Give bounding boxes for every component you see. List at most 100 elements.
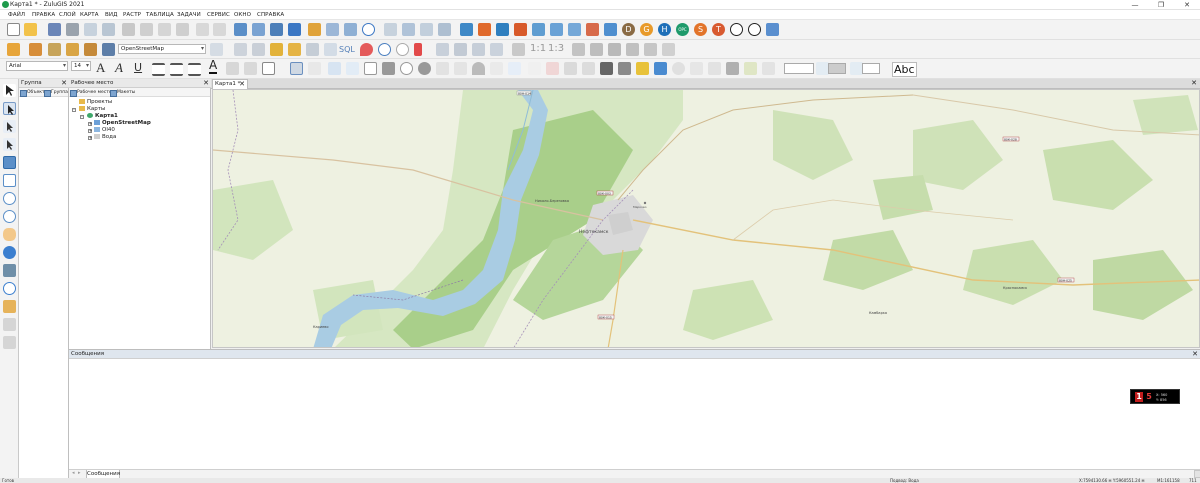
network-icon[interactable] [460, 23, 473, 36]
difference-icon[interactable] [608, 43, 621, 56]
zoom-rect-icon[interactable] [3, 174, 16, 187]
pattern-box[interactable] [862, 63, 880, 74]
polyline-icon[interactable] [346, 62, 359, 75]
tree-toggle-icon[interactable]: + [88, 129, 92, 133]
align-left-icon[interactable] [152, 63, 165, 76]
gas-network-icon[interactable] [514, 23, 527, 36]
cube-icon[interactable] [726, 62, 739, 75]
copy-icon[interactable] [140, 23, 153, 36]
union-icon[interactable] [572, 43, 585, 56]
t-tool-icon[interactable] [508, 62, 521, 75]
font-bigger-button[interactable]: A [96, 60, 105, 76]
select-object-icon[interactable] [3, 102, 16, 115]
new-file-icon[interactable] [7, 23, 20, 36]
heat-network-icon[interactable] [478, 23, 491, 36]
select-rect-icon[interactable] [3, 156, 16, 169]
line-color-icon[interactable] [244, 62, 257, 75]
tree-item-layer-ol40[interactable]: Ol40 [94, 127, 115, 134]
xor-icon[interactable] [626, 43, 639, 56]
group-panel-close-icon[interactable]: ✕ [61, 79, 67, 88]
find-icon[interactable] [288, 43, 301, 56]
step-icon[interactable] [748, 23, 761, 36]
module-t-icon[interactable]: T [712, 23, 725, 36]
layer-props-icon[interactable] [29, 43, 42, 56]
layer-remove-icon[interactable] [84, 43, 97, 56]
tab-object[interactable]: Объект [19, 89, 45, 97]
tree-item-maps[interactable]: Карты [79, 106, 105, 113]
text-tool-icon[interactable] [490, 62, 503, 75]
layer-list-icon[interactable] [234, 23, 247, 36]
select-node-icon[interactable] [3, 120, 16, 133]
module-d-icon[interactable]: D [622, 23, 635, 36]
align-center-icon[interactable] [170, 63, 183, 76]
open-folder-icon[interactable] [24, 23, 37, 36]
red-line-icon[interactable] [546, 62, 559, 75]
select-point-icon[interactable] [308, 62, 321, 75]
intersect-icon[interactable] [590, 43, 603, 56]
rectangle-icon[interactable] [364, 62, 377, 75]
tree-item-layer-water[interactable]: Вода [94, 134, 116, 141]
zoom-selection-icon[interactable] [454, 43, 467, 56]
select-arrow-icon[interactable] [3, 84, 16, 97]
layer-select[interactable]: OpenStreetMap [118, 44, 206, 54]
rotate-icon[interactable] [672, 62, 685, 75]
tab-scroll-right-icon[interactable]: ▸ [78, 470, 81, 476]
fill-bucket-icon[interactable] [226, 62, 239, 75]
minimize-button[interactable]: — [1122, 0, 1148, 10]
redo-icon[interactable] [213, 23, 226, 36]
zoom-out-icon[interactable] [3, 210, 16, 223]
filled-rectangle-icon[interactable] [382, 62, 395, 75]
grid-snap-icon[interactable] [600, 62, 613, 75]
tab-group[interactable]: Группа [43, 89, 68, 97]
pointer-tool-icon[interactable] [290, 62, 303, 75]
print-icon[interactable] [66, 23, 79, 36]
tree-item-map1[interactable]: Карта1 [87, 113, 118, 120]
tab-scroll-left-icon[interactable]: ◂ [72, 470, 75, 476]
zoom-object-icon[interactable] [436, 43, 449, 56]
map-window-icon[interactable] [252, 23, 265, 36]
maximize-button[interactable]: ❐ [1148, 0, 1174, 10]
check-geometry-icon[interactable] [762, 62, 775, 75]
bezier-icon[interactable] [454, 62, 467, 75]
snap-node-icon[interactable] [636, 62, 649, 75]
add-window-icon[interactable] [288, 23, 301, 36]
query-icon[interactable] [402, 23, 415, 36]
messages-panel-close-icon[interactable]: ✕ [1192, 350, 1198, 359]
symbol-icon[interactable] [328, 62, 341, 75]
menu-edit[interactable]: ПРАВКА [32, 11, 55, 19]
back-icon[interactable] [378, 43, 391, 56]
close-button[interactable]: ✕ [1174, 0, 1200, 10]
filter-icon[interactable] [306, 43, 319, 56]
forward-icon[interactable] [396, 43, 409, 56]
module-opc-icon[interactable]: OPC [676, 23, 689, 36]
line-style-select[interactable] [784, 63, 814, 74]
scale-1-3-button[interactable]: 1:3 [548, 43, 564, 54]
menu-table[interactable]: ТАБЛИЦА [146, 11, 174, 19]
fill-color-box[interactable] [828, 63, 846, 74]
module-g-icon[interactable]: G [640, 23, 653, 36]
horizontal-scrollbar[interactable] [1194, 470, 1200, 478]
tab-layouts[interactable]: Макеты [109, 89, 135, 97]
menu-service[interactable]: СЕРВИС [207, 11, 230, 19]
report-icon[interactable] [384, 23, 397, 36]
sector-icon[interactable] [472, 62, 485, 75]
snap-angle-icon[interactable] [654, 62, 667, 75]
play-icon[interactable] [730, 23, 743, 36]
flag-icon[interactable] [3, 318, 16, 331]
scale-1-1-button[interactable]: 1:1 [530, 43, 546, 54]
snap-grid-icon[interactable] [618, 62, 631, 75]
tree-toggle-icon[interactable]: + [88, 136, 92, 140]
tree-item-layer-osm[interactable]: OpenStreetMap [94, 120, 151, 127]
map-tab-close-icon[interactable]: ✕ [239, 80, 245, 89]
zoom-in-icon[interactable] [3, 192, 16, 205]
align-right-icon[interactable] [188, 63, 201, 76]
info-icon[interactable] [3, 246, 16, 259]
search-icon[interactable] [324, 43, 337, 56]
italic-button[interactable]: A [115, 60, 123, 76]
results-icon[interactable] [604, 23, 617, 36]
map-canvas[interactable]: 80К-003 80Н-014 80К-028 80К-015 80Н-025 … [212, 89, 1200, 348]
import-icon[interactable] [438, 23, 451, 36]
water-network-icon[interactable] [496, 23, 509, 36]
save-icon[interactable] [48, 23, 61, 36]
magic-icon[interactable] [744, 62, 757, 75]
